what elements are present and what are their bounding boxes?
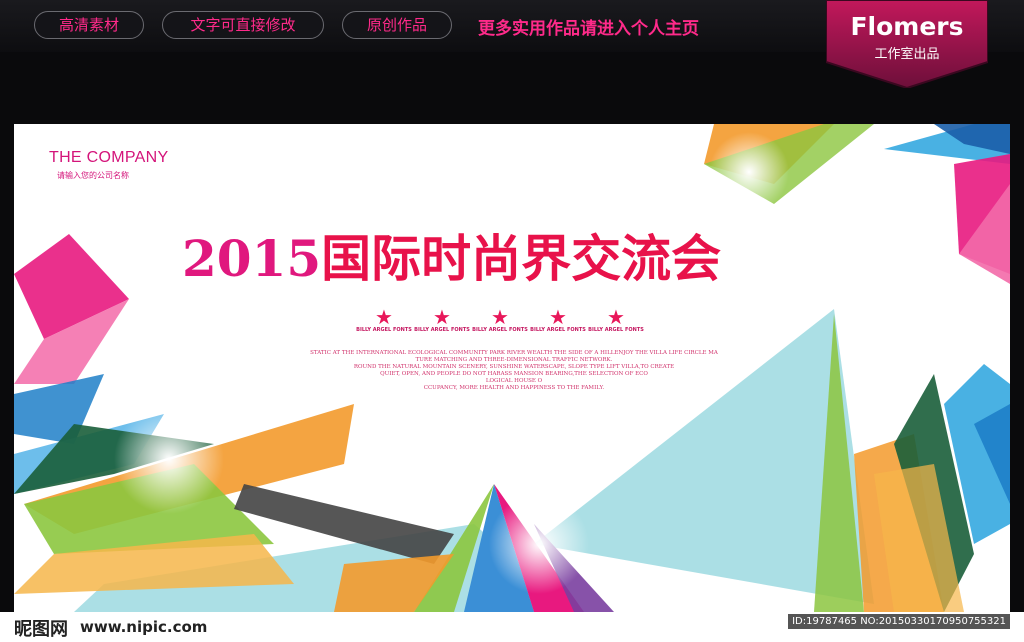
star-icon: ★ xyxy=(433,305,451,329)
company-name: THE COMPANY xyxy=(49,149,169,166)
star-label: BILLY ARGEL FONTS xyxy=(588,327,644,333)
star-logo: ★ BILLY ARGEL FONTS xyxy=(470,307,530,333)
headline-text: 国际时尚界交流会 xyxy=(321,230,722,288)
paragraph-line: STATIC AT THE INTERNATIONAL ECOLOGICAL C… xyxy=(310,350,718,356)
brand-badge: Flomers 工作室出品 xyxy=(826,0,988,88)
headline: 2015国际时尚界交流会 xyxy=(182,219,721,291)
star-icon: ★ xyxy=(375,305,393,329)
paragraph-line: TURE MATCHING AND THREE-DIMENSIONAL TRAF… xyxy=(415,357,613,363)
headline-year: 2015 xyxy=(182,229,322,288)
tab-original-work[interactable]: 原创作品 xyxy=(342,11,452,39)
body-paragraph: STATIC AT THE INTERNATIONAL ECOLOGICAL C… xyxy=(224,350,804,392)
star-icon: ★ xyxy=(491,305,509,329)
star-logo: ★ BILLY ARGEL FONTS xyxy=(412,307,472,333)
paragraph-line: CCUPANCY, MORE HEALTH AND HAPPINESS TO T… xyxy=(423,385,605,391)
tab-editable-text[interactable]: 文字可直接修改 xyxy=(162,11,324,39)
star-logo: ★ BILLY ARGEL FONTS xyxy=(528,307,588,333)
paragraph-line: LOGICAL HOUSE O xyxy=(485,378,543,384)
paragraph-line: ROUND THE NATURAL MOUNTAIN SCENERY, SUNS… xyxy=(353,364,675,370)
site-url[interactable]: www.nipic.com xyxy=(80,618,207,636)
brand-subtitle: 工作室出品 xyxy=(874,47,940,62)
star-logo: ★ BILLY ARGEL FONTS xyxy=(586,307,646,333)
homepage-note[interactable]: 更多实用作品请进入个人主页 xyxy=(478,14,699,39)
star-logos: ★ BILLY ARGEL FONTS ★ BILLY ARGEL FONTS ★ B… xyxy=(354,307,674,337)
star-label: BILLY ARGEL FONTS xyxy=(530,327,586,333)
star-label: BILLY ARGEL FONTS xyxy=(414,327,470,333)
site-logo: 昵图网 xyxy=(14,619,68,640)
image-id: ID:19787465 NO:20150330170950755321 xyxy=(788,614,1010,629)
star-icon: ★ xyxy=(549,305,567,329)
star-label: BILLY ARGEL FONTS xyxy=(356,327,412,333)
watermark-footer: 昵图网 www.nipic.com ID:19787465 NO:2015033… xyxy=(0,612,1024,642)
company-subtitle: 请输入您的公司名称 xyxy=(57,171,129,180)
poster: THE COMPANY 请输入您的公司名称 2015国际时尚界交流会 ★ BILL… xyxy=(14,124,1010,612)
star-icon: ★ xyxy=(607,305,625,329)
brand-title: Flomers xyxy=(850,12,964,41)
star-label: BILLY ARGEL FONTS xyxy=(472,327,528,333)
paragraph-line: QUIET, OPEN, AND PEOPLE DO NOT HARASS MA… xyxy=(380,371,648,377)
star-logo: ★ BILLY ARGEL FONTS xyxy=(354,307,414,333)
tab-hd-material[interactable]: 高清素材 xyxy=(34,11,144,39)
